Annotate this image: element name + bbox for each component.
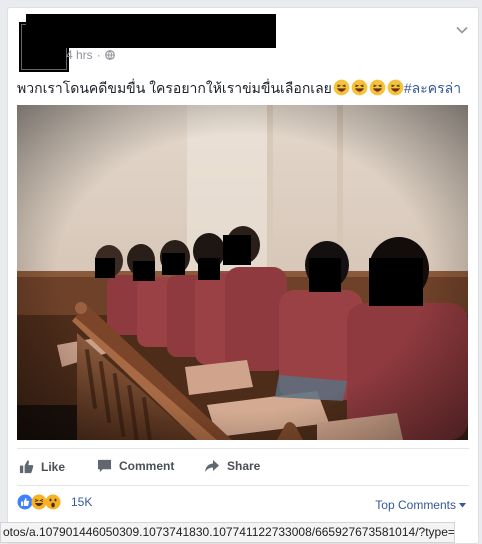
- comment-icon: [97, 459, 112, 473]
- reaction-icons: [17, 494, 61, 510]
- meta-separator: ·: [96, 48, 101, 62]
- like-label: Like: [41, 459, 66, 474]
- grinning-emoji-icon: [387, 79, 404, 96]
- post-meta: 4 hrs ·: [66, 48, 115, 62]
- share-label: Share: [227, 459, 261, 473]
- grinning-emoji-icon: [369, 79, 386, 96]
- emoji-row: [332, 79, 404, 96]
- reactions-summary[interactable]: 15K: [17, 494, 92, 510]
- globe-icon[interactable]: [104, 50, 115, 60]
- share-arrow-icon: [205, 460, 219, 472]
- comment-button[interactable]: Comment: [97, 459, 174, 473]
- reaction-count[interactable]: 15K: [71, 495, 92, 509]
- author-name-redacted[interactable]: [26, 14, 276, 48]
- grinning-emoji-icon: [333, 79, 350, 96]
- share-button[interactable]: Share: [204, 459, 260, 473]
- divider-top: [17, 448, 469, 449]
- post-body: พวกเราโดนคดีขมขื่น ใครอยากให้เราข่มขื่นเ…: [17, 80, 332, 96]
- courtroom-photo: [17, 105, 468, 440]
- hashtag-link[interactable]: #ละครล่า: [404, 80, 461, 96]
- post-photo[interactable]: [17, 105, 468, 440]
- caret-down-icon: [459, 502, 466, 507]
- divider-bottom: [17, 485, 469, 486]
- post-time[interactable]: 4 hrs: [66, 48, 93, 62]
- like-button[interactable]: Like: [19, 459, 65, 474]
- post-card: 4 hrs · พวกเราโดนคดีขมขื่น ใครอยากให้เรา…: [7, 7, 479, 544]
- post-text: พวกเราโดนคดีขมขื่น ใครอยากให้เราข่มขื่นเ…: [17, 79, 461, 97]
- status-url: otos/a.107901446050309.1073741830.107741…: [3, 525, 455, 539]
- wow-reaction-icon: [45, 494, 61, 510]
- chevron-down-icon[interactable]: [456, 26, 468, 34]
- grinning-emoji-icon: [351, 79, 368, 96]
- top-comments-label: Top Comments: [375, 498, 456, 512]
- action-bar: Like Comment Share: [8, 455, 478, 481]
- comment-label: Comment: [119, 459, 175, 473]
- top-comments-dropdown[interactable]: Top Comments: [375, 498, 466, 512]
- thumbs-up-icon: [19, 460, 34, 474]
- browser-status-bar: otos/a.107901446050309.1073741830.107741…: [0, 522, 455, 543]
